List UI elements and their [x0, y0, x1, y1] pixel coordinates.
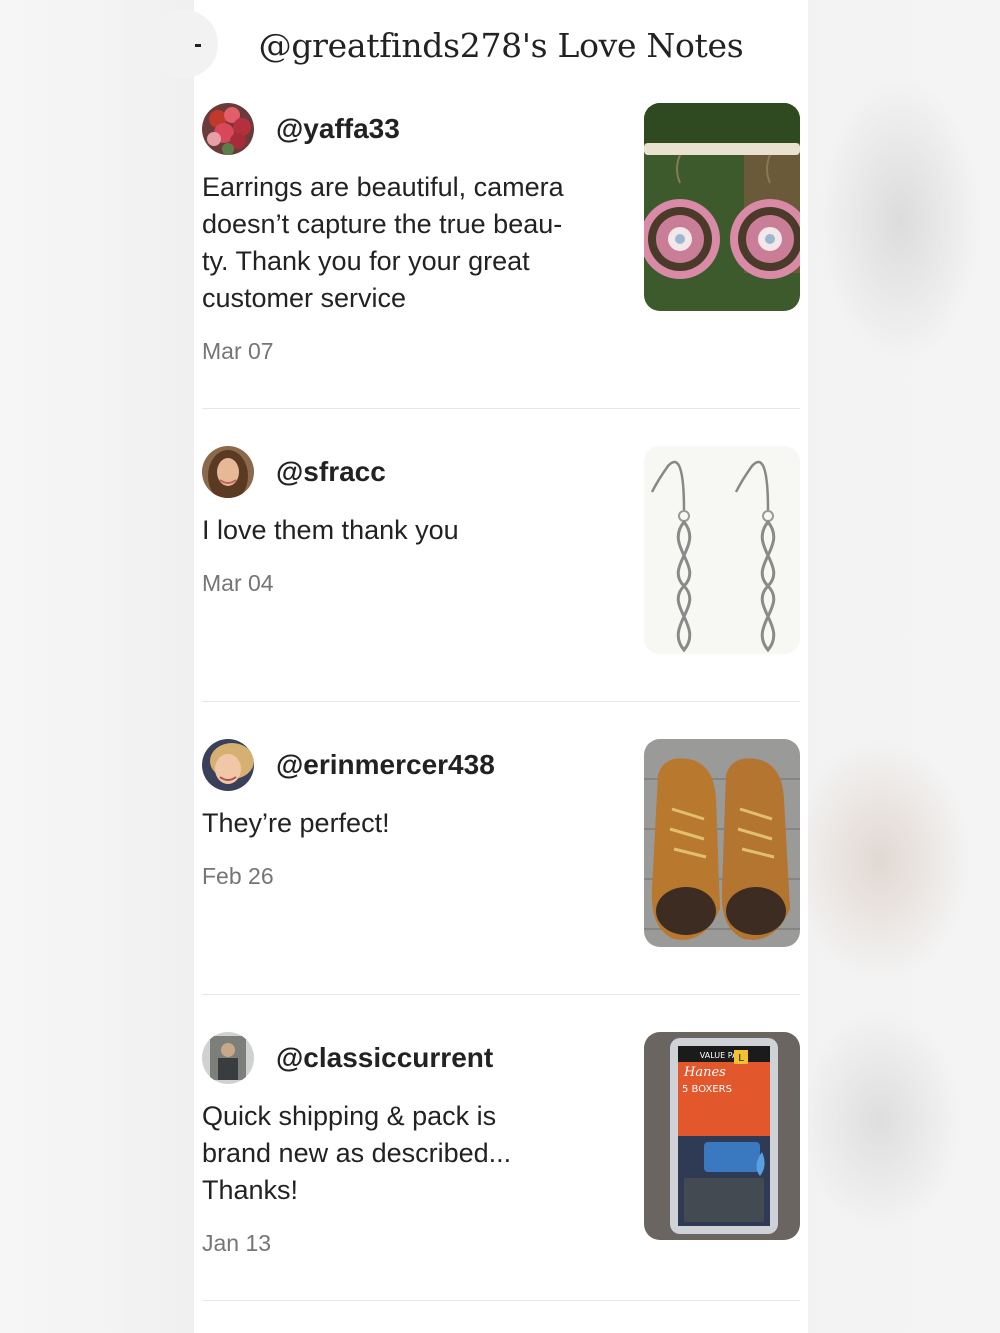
divider	[202, 408, 800, 409]
brand-label: Hanes	[683, 1065, 726, 1080]
note-line: I love them thank you	[202, 515, 459, 545]
woman-portrait-icon	[202, 446, 254, 498]
username[interactable]: @sfracc	[276, 454, 386, 490]
note-line: brand new as described...	[202, 1138, 512, 1168]
note-line: customer service	[202, 283, 407, 313]
page-title: @greatfinds278's Love Notes	[258, 26, 744, 65]
note-line: Thanks!	[202, 1175, 299, 1205]
love-note-card: @sfracc I love them thank you Mar 04	[194, 446, 808, 696]
product-thumbnail[interactable]	[644, 103, 800, 311]
size-label: L	[738, 1053, 744, 1064]
avatar[interactable]	[202, 103, 254, 155]
note-text: I love them thank you	[202, 512, 622, 549]
note-line: Quick shipping & pack is	[202, 1101, 497, 1131]
background-right	[808, 0, 1000, 1333]
note-date: Jan 13	[202, 1230, 272, 1256]
love-note-card: @yaffa33 Earrings are beautiful, camera …	[194, 103, 808, 408]
username[interactable]: @classiccurrent	[276, 1040, 493, 1076]
note-text: Earrings are beautiful, camera doesn’t c…	[202, 169, 622, 317]
love-note-card: @erinmercer438 They’re perfect! Feb 26	[194, 739, 808, 989]
note-line: Earrings are beautiful, camera	[202, 172, 564, 202]
note-line: doesn’t capture the true beau-	[202, 209, 563, 239]
silver-infinity-earrings-icon	[644, 446, 800, 654]
note-text: They’re perfect!	[202, 805, 622, 842]
divider	[202, 1300, 800, 1301]
note-date: Mar 07	[202, 338, 274, 364]
avatar[interactable]	[202, 739, 254, 791]
product-thumbnail[interactable]	[644, 446, 800, 654]
divider	[202, 701, 800, 702]
count-label: 5 BOXERS	[682, 1084, 732, 1095]
note-date: Feb 26	[202, 863, 274, 889]
background-left	[0, 0, 194, 1333]
woman-selfie-icon	[202, 739, 254, 791]
man-portrait-icon	[202, 1032, 254, 1084]
love-note-card: @classiccurrent Quick shipping & pack is…	[194, 1032, 808, 1300]
note-line: ty. Thank you for your great	[202, 246, 530, 276]
avatar[interactable]	[202, 446, 254, 498]
product-thumbnail[interactable]	[644, 739, 800, 947]
tan-work-boots-icon	[644, 739, 800, 947]
flower-bouquet-icon	[202, 103, 254, 155]
note-line: They’re perfect!	[202, 808, 390, 838]
note-date: Mar 04	[202, 570, 274, 596]
hanes-boxers-pack-icon: VALUE PACK Hanes L 5 BOXERS	[644, 1032, 800, 1240]
pink-medallion-earrings-icon	[644, 103, 800, 311]
product-thumbnail[interactable]: VALUE PACK Hanes L 5 BOXERS	[644, 1032, 800, 1240]
username[interactable]: @yaffa33	[276, 111, 400, 147]
divider	[202, 994, 800, 995]
avatar[interactable]	[202, 1032, 254, 1084]
username[interactable]: @erinmercer438	[276, 747, 495, 783]
note-text: Quick shipping & pack is brand new as de…	[202, 1098, 622, 1209]
